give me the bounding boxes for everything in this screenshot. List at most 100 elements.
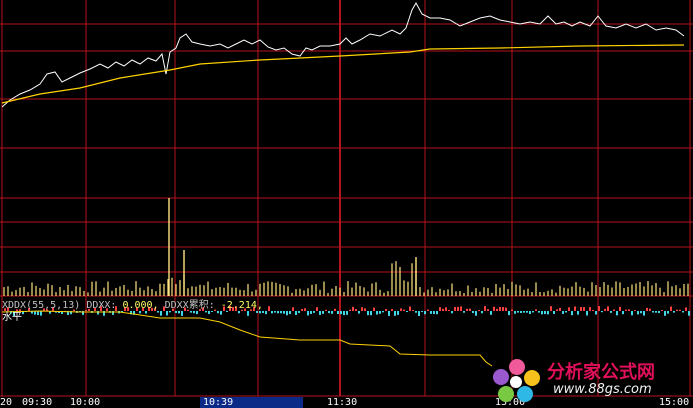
ddx-value: 0.000, bbox=[122, 300, 159, 311]
money-flow-bar bbox=[283, 311, 285, 314]
money-flow-bar bbox=[478, 309, 480, 311]
money-flow-bar bbox=[574, 306, 576, 311]
money-flow-bar bbox=[226, 311, 228, 313]
money-flow-bar bbox=[454, 306, 456, 311]
money-flow-bar bbox=[664, 311, 666, 316]
money-flow-bar bbox=[643, 311, 645, 316]
money-flow-bar bbox=[592, 309, 594, 311]
money-flow-bar bbox=[247, 311, 249, 316]
money-flow-bar bbox=[169, 311, 171, 313]
money-flow-bar bbox=[676, 309, 678, 311]
money-flow-bar bbox=[274, 311, 276, 313]
money-flow-bar bbox=[505, 307, 507, 311]
money-flow-bar bbox=[658, 311, 660, 314]
time-label-day: 20 bbox=[0, 397, 13, 408]
time-label-1039[interactable]: 10:39 bbox=[203, 397, 233, 408]
money-flow-bar bbox=[205, 311, 207, 313]
money-flow-bar bbox=[463, 311, 465, 313]
money-flow-bar bbox=[634, 309, 636, 311]
money-flow-bar bbox=[427, 309, 429, 311]
money-flow-bar bbox=[157, 311, 159, 313]
money-flow-bar bbox=[610, 311, 612, 313]
average-line bbox=[1, 44, 685, 104]
money-flow-bar bbox=[310, 311, 312, 314]
money-flow-bar bbox=[193, 311, 195, 314]
money-flow-bar bbox=[190, 311, 192, 313]
money-flow-bar bbox=[208, 311, 210, 314]
money-flow-bar bbox=[541, 311, 543, 315]
money-flow-bar bbox=[562, 311, 564, 314]
money-flow-bar bbox=[577, 311, 579, 315]
money-flow-bar bbox=[280, 311, 282, 314]
money-flow-bar bbox=[406, 311, 408, 313]
cumulative-line bbox=[1, 310, 493, 367]
money-flow-bar bbox=[457, 306, 459, 311]
money-flow-bar bbox=[340, 311, 342, 315]
money-flow-bar bbox=[220, 311, 222, 315]
money-flow-bar bbox=[490, 311, 492, 315]
money-flow-bar bbox=[661, 309, 663, 311]
money-flow-bar bbox=[571, 311, 573, 316]
money-flow-bar bbox=[604, 308, 606, 311]
money-flow-bar bbox=[469, 308, 471, 311]
logo-name: 分析家公式网 bbox=[547, 362, 655, 383]
money-flow-bar bbox=[382, 311, 384, 313]
money-flow-bar bbox=[346, 311, 348, 315]
money-flow-bar bbox=[445, 307, 447, 311]
money-flow-bar bbox=[526, 311, 528, 313]
money-flow-bar bbox=[436, 311, 438, 315]
cum-value: -2.214, bbox=[220, 300, 263, 311]
money-flow-bar bbox=[307, 311, 309, 316]
money-flow-bar bbox=[511, 309, 513, 311]
money-flow-bar bbox=[415, 311, 417, 313]
money-flow-bar bbox=[499, 306, 501, 311]
money-flow-bar bbox=[319, 311, 321, 315]
money-flow-bar bbox=[328, 311, 330, 314]
money-flow-bar bbox=[286, 311, 288, 316]
money-flow-bar bbox=[343, 311, 345, 316]
money-flow-bar bbox=[37, 311, 39, 315]
money-flow-bar bbox=[430, 311, 432, 314]
money-flow-bar bbox=[607, 306, 609, 311]
money-flow-bar bbox=[322, 311, 324, 314]
money-flow-bar bbox=[361, 307, 363, 311]
money-flow-bar bbox=[175, 311, 177, 313]
money-flow-bar bbox=[568, 307, 570, 311]
money-flow-bar bbox=[583, 307, 585, 311]
money-flow-bar bbox=[397, 311, 399, 315]
money-flow-bar bbox=[373, 307, 375, 311]
money-flow-bar bbox=[535, 309, 537, 311]
money-flow-bar bbox=[211, 311, 213, 313]
time-label-1130: 11:30 bbox=[327, 397, 358, 408]
money-flow-bar bbox=[412, 309, 414, 311]
money-flow-bar bbox=[547, 311, 549, 315]
money-flow-bar bbox=[316, 307, 318, 311]
money-flow-bar bbox=[637, 311, 639, 315]
intraday-chart[interactable] bbox=[0, 0, 693, 408]
money-flow-bar bbox=[181, 311, 183, 316]
money-flow-bar bbox=[196, 311, 198, 315]
level-label: 水平 bbox=[2, 312, 22, 323]
money-flow-bar bbox=[565, 311, 567, 313]
money-flow-bar bbox=[358, 311, 360, 314]
money-flow-bar bbox=[313, 311, 315, 313]
money-flow-bar bbox=[460, 306, 462, 311]
money-flow-bar bbox=[166, 311, 168, 316]
money-flow-bar bbox=[367, 311, 369, 316]
money-flow-bar bbox=[508, 311, 510, 316]
money-flow-bar bbox=[646, 307, 648, 311]
money-flow-bar bbox=[364, 308, 366, 311]
money-flow-bar bbox=[355, 309, 357, 311]
money-flow-bar bbox=[262, 311, 264, 314]
money-flow-bar bbox=[421, 311, 423, 313]
money-flow-bar bbox=[679, 309, 681, 311]
money-flow-bar bbox=[238, 311, 240, 314]
money-flow-bar bbox=[379, 311, 381, 314]
money-flow-bar bbox=[550, 306, 552, 311]
money-flow-bar bbox=[331, 311, 333, 314]
money-flow-bar bbox=[268, 306, 270, 311]
money-flow-bar bbox=[652, 311, 654, 313]
money-flow-bar bbox=[529, 311, 531, 314]
money-flow-bar bbox=[523, 311, 525, 313]
money-flow-bar bbox=[520, 311, 522, 314]
